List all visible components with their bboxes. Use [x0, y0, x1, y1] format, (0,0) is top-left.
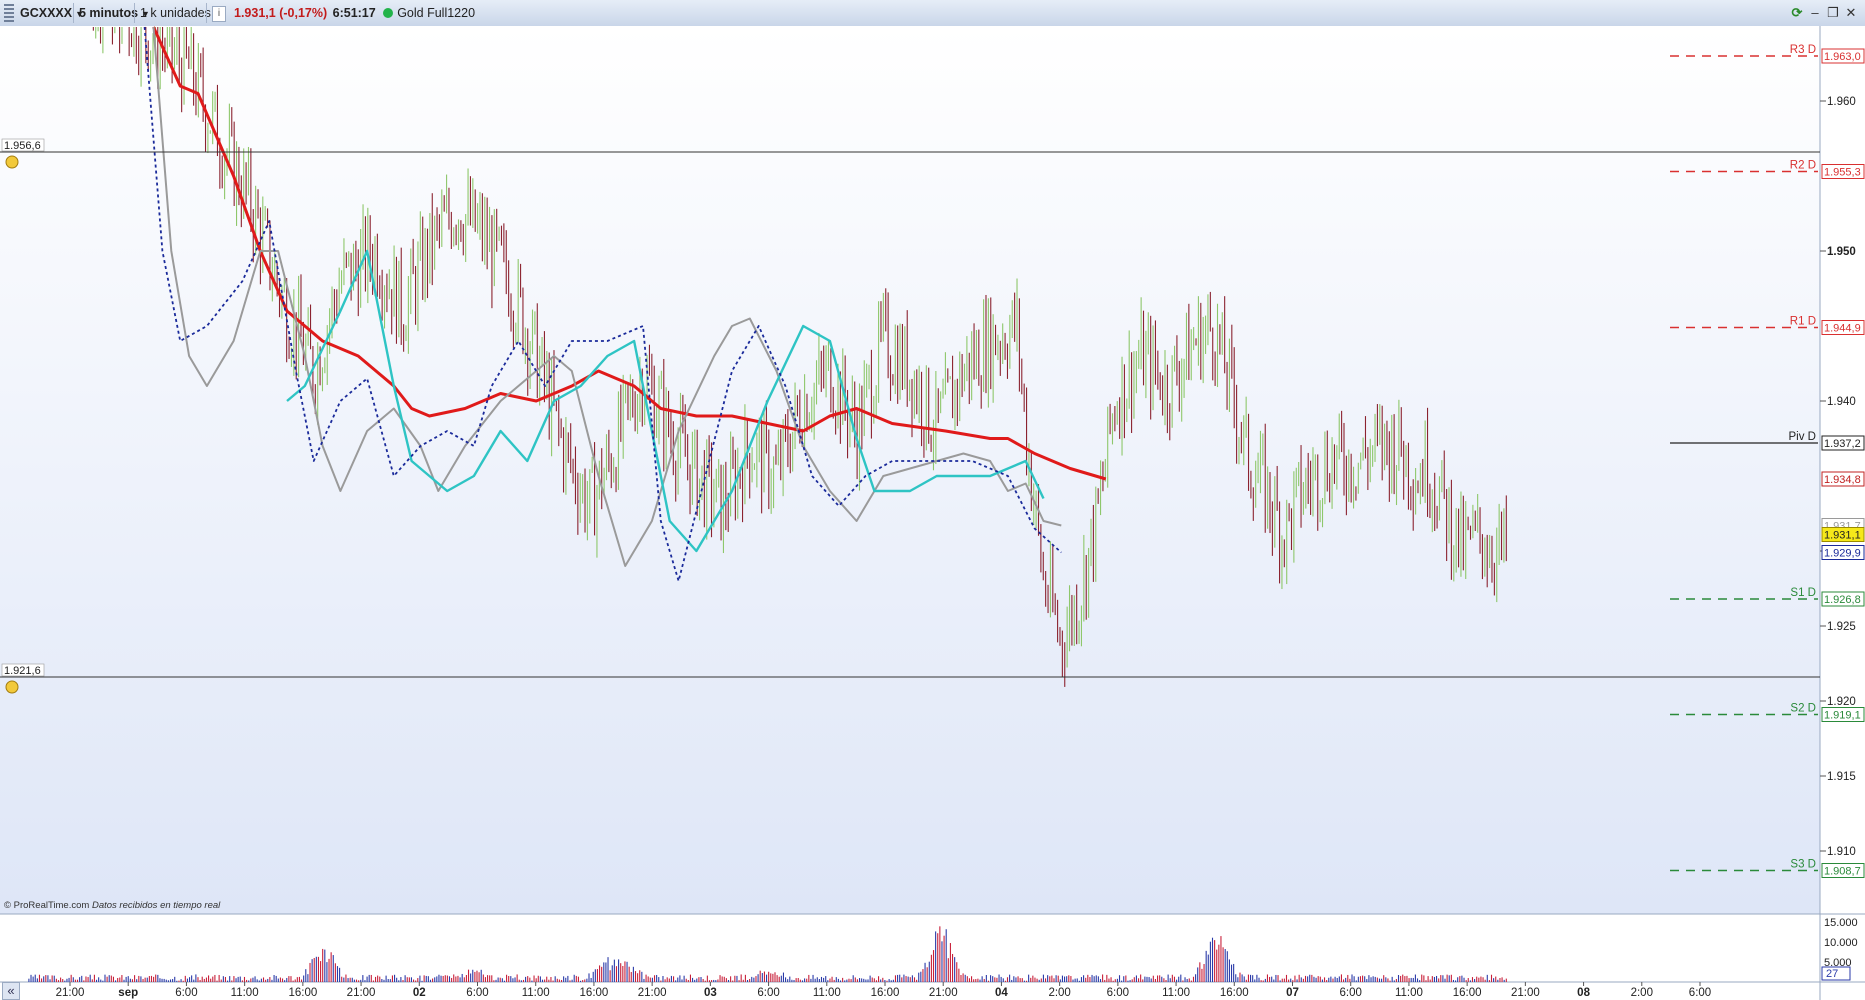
x-tick-label: 2:00: [1631, 987, 1653, 999]
scroll-back-button[interactable]: «: [2, 982, 20, 1000]
x-tick-label: 16:00: [288, 987, 317, 999]
x-tick-label: 02: [413, 987, 426, 999]
x-tick-label: 6:00: [757, 987, 779, 999]
hline-label: 1.956,6: [4, 140, 41, 152]
hline-label: 1.921,6: [4, 665, 41, 677]
refresh-icon[interactable]: ⟳: [1789, 0, 1805, 26]
x-tick-label: 6:00: [466, 987, 488, 999]
x-tick-label: 2:00: [1048, 987, 1070, 999]
y-tick-label: 1.940: [1827, 396, 1856, 408]
realtime-note: Datos recibidos en tiempo real: [91, 900, 221, 911]
pivot-name: S2 D: [1790, 703, 1816, 715]
x-tick-label: 16:00: [871, 987, 900, 999]
x-tick-label: 11:00: [1162, 987, 1190, 999]
x-tick-label: 16:00: [1220, 987, 1249, 999]
pivot-name: S1 D: [1790, 587, 1816, 599]
pivot-value: 1.937,2: [1824, 438, 1861, 450]
window-controls: ⟳ – ❐ ✕: [1787, 0, 1859, 26]
pivot-value: 1.955,3: [1824, 167, 1861, 179]
info-icon[interactable]: i: [212, 5, 226, 22]
volume-tick-label: 15.000: [1824, 917, 1858, 929]
y-tick-label: 1.915: [1827, 771, 1856, 783]
pivot-value: 1.908,7: [1824, 866, 1861, 878]
copyright-notice: © ProRealTime.com Datos recibidos en tie…: [4, 900, 220, 911]
pivot-name: R2 D: [1790, 160, 1816, 172]
pivot-value: 1.944,9: [1824, 323, 1861, 335]
alert-bell-icon[interactable]: [5, 155, 19, 169]
alert-bell-icon[interactable]: [5, 680, 19, 694]
x-tick-label: 6:00: [1340, 987, 1362, 999]
price-tag: 1.929,9: [1824, 548, 1861, 560]
x-tick-label: 16:00: [580, 987, 609, 999]
x-tick-label: 11:00: [813, 987, 841, 999]
y-tick-label: 1.960: [1827, 96, 1856, 108]
x-tick-label: sep: [118, 987, 138, 999]
live-status-dot-icon: [383, 8, 394, 18]
timeframe-label: 5 minutos: [79, 6, 139, 20]
close-icon[interactable]: ✕: [1843, 0, 1859, 26]
price-panel-background: [0, 26, 1820, 914]
x-tick-label: 21:00: [1511, 987, 1540, 999]
y-tick-label: 1.920: [1827, 696, 1856, 708]
pivot-value: 1.926,8: [1824, 594, 1861, 606]
x-tick-label: 21:00: [929, 987, 958, 999]
x-tick-label: 21:00: [56, 987, 85, 999]
pivot-name: R1 D: [1790, 316, 1816, 328]
grip-handle-icon[interactable]: [4, 4, 14, 22]
y-tick-label: 1.910: [1827, 846, 1856, 858]
symbol-label: GCXXXX: [20, 6, 73, 20]
units-selector[interactable]: 1 k unidades▼: [140, 0, 223, 26]
y-tick-label: 1.950: [1827, 246, 1856, 258]
pivot-name: R3 D: [1790, 44, 1816, 56]
x-tick-label: 11:00: [522, 987, 550, 999]
pivot-value: 1.919,1: [1824, 710, 1861, 722]
restore-icon[interactable]: ❐: [1825, 0, 1841, 26]
x-tick-label: 21:00: [638, 987, 667, 999]
last-price: 1.931,1: [234, 6, 276, 20]
price-tag: 1.934,8: [1824, 474, 1861, 486]
data-feed-label: Gold Full1220: [397, 6, 476, 20]
x-tick-label: 08: [1577, 987, 1590, 999]
chart-toolbar: GCXXXX▼ 5 minutos▼ 1 k unidades▼ i1.931,…: [0, 0, 1865, 27]
x-tick-label: 04: [995, 987, 1008, 999]
x-tick-label: 11:00: [1395, 987, 1423, 999]
x-tick-label: 6:00: [1689, 987, 1711, 999]
pivot-value: 1.963,0: [1824, 51, 1861, 63]
minimize-icon[interactable]: –: [1807, 0, 1823, 26]
volume-current: 27: [1826, 968, 1838, 980]
volume-tick-label: 10.000: [1824, 937, 1858, 949]
symbol-selector[interactable]: GCXXXX ▼: [20, 0, 84, 26]
units-label: 1 k unidades: [140, 6, 211, 20]
x-tick-label: 07: [1286, 987, 1299, 999]
pivot-name: S3 D: [1790, 859, 1816, 871]
price-change: (-0,17%): [279, 6, 328, 20]
price-tag: 1.931,1: [1824, 530, 1861, 542]
price-chart[interactable]: 1.956,6 1.921,6 R3 D 1.963,0 R2 D 1.955,3 R1 …: [0, 26, 1865, 1000]
clock-time: 6:51:17: [332, 6, 376, 20]
x-tick-label: 6:00: [1107, 987, 1129, 999]
copyright-brand: © ProRealTime.com: [4, 900, 90, 911]
quote-summary: i 1.931,1 (-0,17%) 6:51:17 Gold Full1220: [212, 0, 475, 26]
x-tick-label: 11:00: [231, 987, 259, 999]
x-tick-label: 16:00: [1453, 987, 1482, 999]
pivot-name: Piv D: [1789, 431, 1816, 443]
x-tick-label: 6:00: [175, 987, 197, 999]
y-tick-label: 1.925: [1827, 621, 1856, 633]
x-tick-label: 21:00: [347, 987, 376, 999]
volume-panel-background: [0, 914, 1820, 999]
x-tick-label: 03: [704, 987, 717, 999]
